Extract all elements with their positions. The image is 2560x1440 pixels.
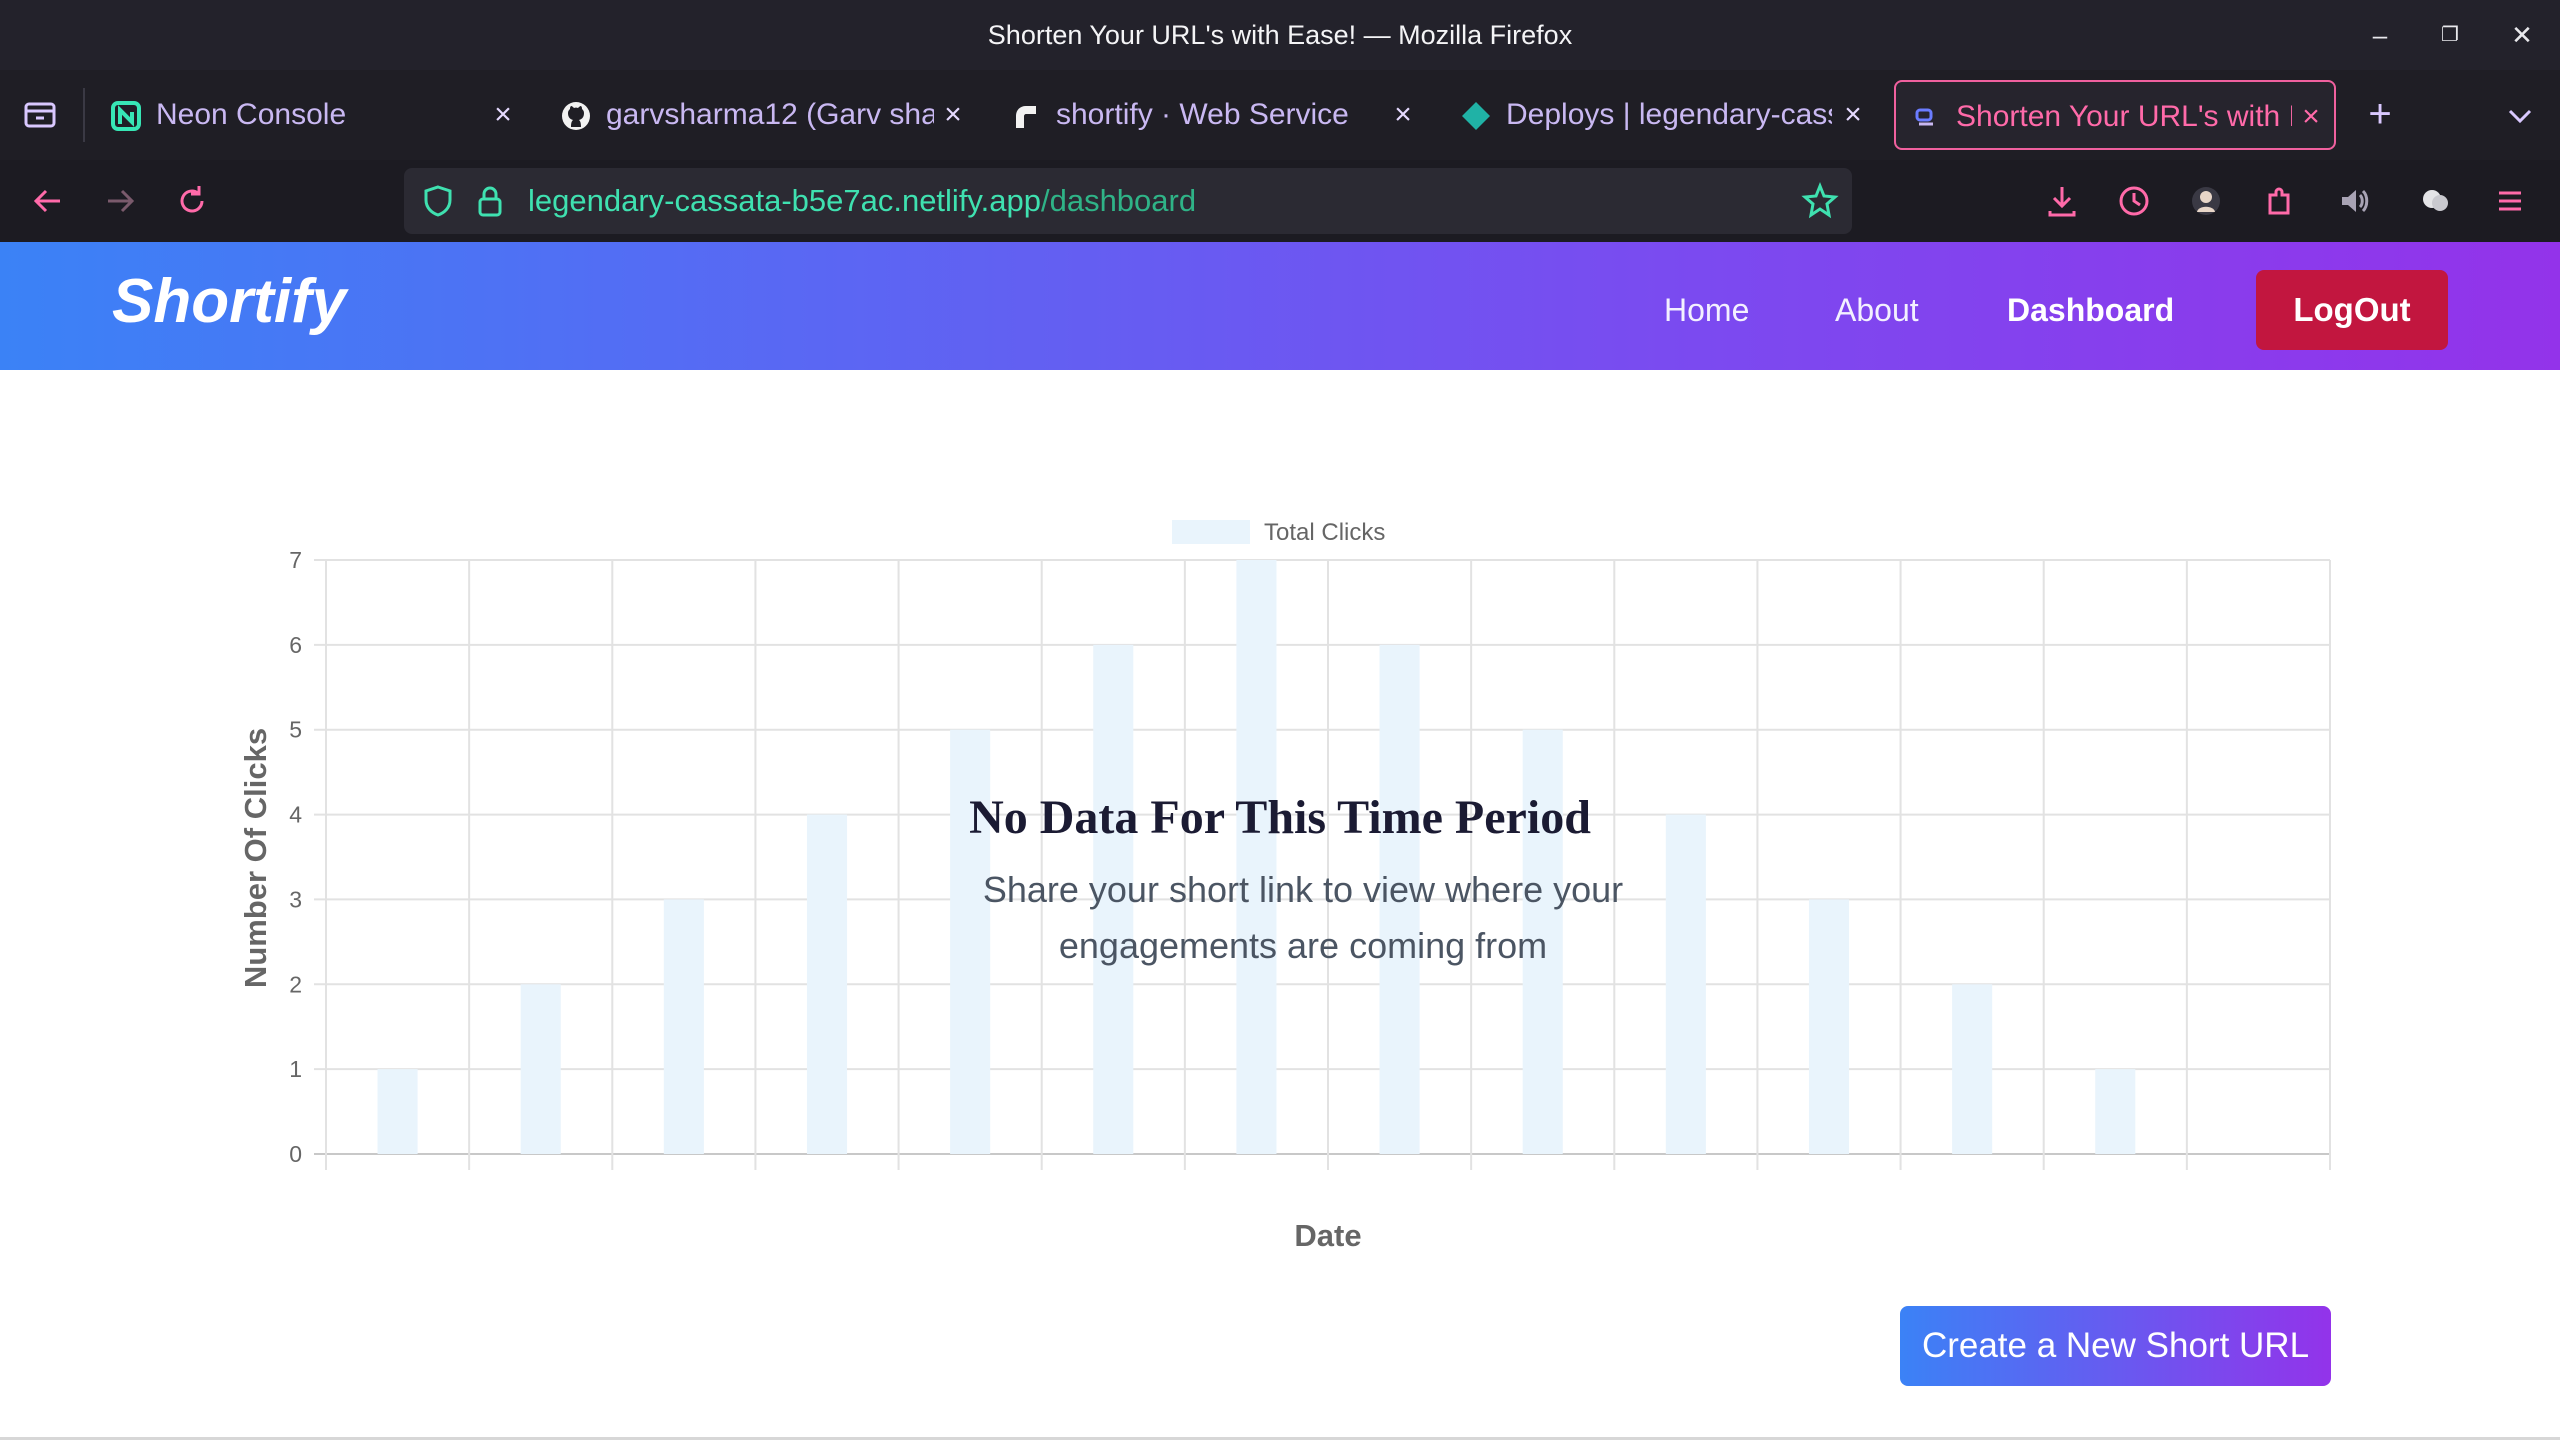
tab-shortify-active[interactable]: Shorten Your URL's with Ease! × — [1894, 80, 2336, 150]
create-short-url-button[interactable]: Create a New Short URL — [1900, 1306, 2331, 1386]
nav-link-home[interactable]: Home — [1664, 242, 1749, 370]
speaker-icon[interactable] — [2334, 181, 2374, 221]
chart-bar — [1808, 899, 1850, 1154]
tab-label: garvsharma12 (Garv sharma) — [606, 98, 934, 131]
hamburger-menu-icon[interactable] — [2490, 181, 2530, 221]
tab-label: Deploys | legendary-cassata — [1506, 98, 1832, 131]
tab-github[interactable]: garvsharma12 (Garv sharma) × — [546, 80, 976, 150]
url-host: legendary-cassata-b5e7ac.netlify.app — [528, 183, 1041, 218]
chart-bar — [2095, 1069, 2136, 1154]
tab-strip: Neon Console × garvsharma12 (Garv sharma… — [0, 70, 2560, 160]
close-tab-icon[interactable]: × — [1838, 80, 1868, 150]
site-header: Shortify Home About Dashboard LogOut — [0, 242, 2560, 370]
tab-netlify-deploys[interactable]: Deploys | legendary-cassata × — [1446, 80, 1876, 150]
minimize-icon[interactable]: – — [2362, 17, 2398, 53]
empty-state-title: No Data For This Time Period — [969, 791, 1591, 844]
tab-render-service[interactable]: shortify · Web Service × — [996, 80, 1426, 150]
history-icon[interactable] — [2114, 181, 2154, 221]
legend-swatch — [1172, 520, 1250, 544]
chart-bar — [1952, 984, 1993, 1154]
restore-icon[interactable]: ❐ — [2432, 17, 2468, 53]
back-icon[interactable] — [28, 181, 68, 221]
close-tab-icon[interactable]: × — [1388, 80, 1418, 150]
new-tab-icon[interactable]: + — [2360, 94, 2400, 134]
chart-bar — [663, 899, 704, 1154]
window-titlebar: Shorten Your URL's with Ease! — Mozilla … — [0, 0, 2560, 70]
address-bar[interactable]: legendary-cassata-b5e7ac.netlify.app/das… — [404, 168, 1852, 234]
site-logo[interactable]: Shortify — [112, 242, 346, 362]
y-tick-label: 6 — [289, 632, 302, 658]
lock-icon[interactable] — [470, 181, 510, 221]
nav-link-about[interactable]: About — [1835, 242, 1919, 370]
tab-neon-console[interactable]: Neon Console × — [96, 80, 526, 150]
tab-label: Shorten Your URL's with Ease! — [1956, 100, 2292, 133]
github-icon — [562, 102, 590, 130]
extension-cloud-icon[interactable] — [2416, 181, 2456, 221]
chart-bar — [806, 814, 848, 1154]
list-all-tabs-icon[interactable] — [2500, 96, 2540, 136]
legend-label: Total Clicks — [1264, 519, 1385, 546]
forward-icon[interactable] — [100, 181, 140, 221]
account-avatar-icon[interactable] — [2186, 181, 2226, 221]
y-tick-label: 0 — [289, 1141, 302, 1167]
chart-bar — [520, 984, 561, 1154]
tab-label: Neon Console — [156, 98, 347, 131]
x-axis-title: Date — [1294, 1218, 1361, 1253]
y-tick-label: 7 — [289, 547, 302, 573]
close-tab-icon[interactable]: × — [938, 80, 968, 150]
y-tick-label: 2 — [289, 971, 302, 997]
neon-icon — [111, 101, 141, 131]
downloads-icon[interactable] — [2042, 181, 2082, 221]
empty-state-message: Share your short link to view where your… — [982, 869, 1624, 966]
url-text[interactable]: legendary-cassata-b5e7ac.netlify.app/das… — [528, 168, 1196, 234]
close-tab-icon[interactable]: × — [2296, 82, 2326, 152]
netlify-icon — [1462, 102, 1490, 130]
sidebar-toggle-icon[interactable] — [20, 94, 60, 134]
chart-bar — [377, 1069, 418, 1154]
y-tick-label: 5 — [289, 717, 302, 743]
bookmark-star-icon[interactable] — [1800, 181, 1840, 221]
y-tick-label: 3 — [289, 886, 302, 912]
close-tab-icon[interactable]: × — [488, 80, 518, 150]
y-tick-label: 1 — [289, 1056, 302, 1082]
y-axis-title: Number Of Clicks — [238, 728, 273, 988]
tab-divider — [83, 88, 85, 142]
close-window-icon[interactable]: ✕ — [2504, 17, 2540, 53]
render-icon — [1016, 106, 1036, 128]
extensions-icon[interactable] — [2260, 181, 2300, 221]
logout-button[interactable]: LogOut — [2256, 270, 2448, 350]
nav-link-dashboard[interactable]: Dashboard — [2007, 242, 2174, 370]
shortify-icon — [1915, 108, 1933, 126]
reload-icon[interactable] — [172, 181, 212, 221]
url-path: /dashboard — [1040, 183, 1197, 218]
tab-label: shortify · Web Service — [1056, 98, 1349, 131]
chart-bar — [1236, 560, 1277, 1154]
window-title: Shorten Your URL's with Ease! — Mozilla … — [987, 20, 1573, 50]
shield-icon[interactable] — [418, 181, 458, 221]
navigation-toolbar: legendary-cassata-b5e7ac.netlify.app/das… — [0, 160, 2560, 242]
